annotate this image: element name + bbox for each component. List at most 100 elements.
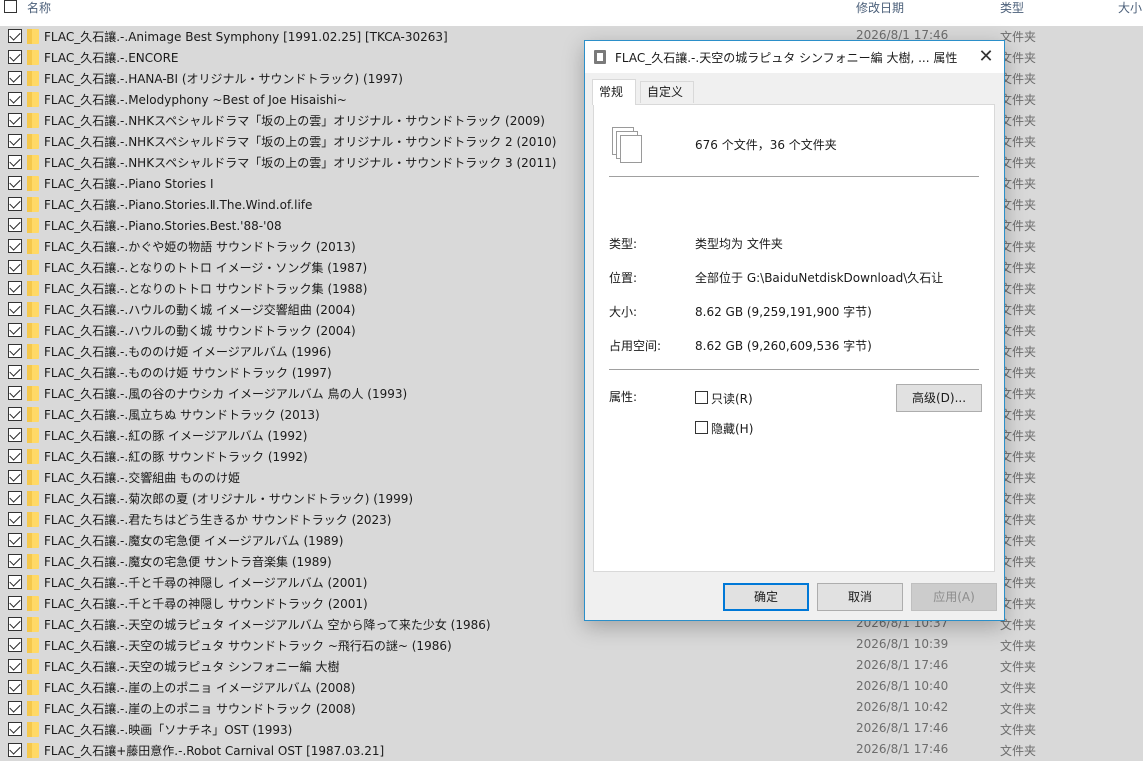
row-checkbox[interactable] [8,239,22,253]
hidden-checkbox[interactable] [695,421,708,434]
file-name[interactable]: FLAC_久石讓.-.ハウルの動く城 サウンドトラック (2004) [44,322,356,339]
divider [609,176,979,177]
file-type: 文件夹 [1000,660,1037,674]
row-checkbox[interactable] [8,512,22,526]
ok-button[interactable]: 确定 [723,583,809,611]
column-date-modified[interactable]: 修改日期 [856,0,904,16]
file-name[interactable]: FLAC_久石讓.-.もののけ姫 サウンドトラック (1997) [44,364,332,381]
column-type[interactable]: 类型 [1000,0,1024,16]
cancel-button[interactable]: 取消 [817,583,903,611]
file-name[interactable]: FLAC_久石讓.-.天空の城ラピュタ イメージアルバム 空から降って来た少女 … [44,616,491,633]
file-name[interactable]: FLAC_久石讓.-.Piano Stories I [44,175,214,192]
file-name[interactable]: FLAC_久石讓.-.NHKスペシャルドラマ「坂の上の雲」オリジナル・サウンドト… [44,154,556,171]
file-name[interactable]: FLAC_久石讓.-.崖の上のポニョ イメージアルバム (2008) [44,679,355,696]
row-checkbox[interactable] [8,617,22,631]
file-name[interactable]: FLAC_久石讓.-.となりのトトロ イメージ・ソング集 (1987) [44,259,367,276]
file-name[interactable]: FLAC_久石讓.-.ENCORE [44,49,179,66]
row-checkbox[interactable] [8,281,22,295]
close-icon[interactable]: ✕ [968,41,1004,73]
column-name[interactable]: 名称 [27,0,51,16]
list-item[interactable]: FLAC_久石讓.-.天空の城ラピュタ シンフォニー編 大樹 2026/8/1 1… [0,656,1143,677]
apply-button[interactable]: 应用(A) [911,583,997,611]
file-name[interactable]: FLAC_久石讓.-.Piano.Stories.Ⅱ.The.Wind.of.l… [44,196,312,213]
row-checkbox[interactable] [8,218,22,232]
file-name[interactable]: FLAC_久石讓.-.NHKスペシャルドラマ「坂の上の雲」オリジナル・サウンドト… [44,133,556,150]
row-checkbox[interactable] [8,197,22,211]
file-type: 文件夹 [1000,744,1037,758]
file-name[interactable]: FLAC_久石讓.-.紅の豚 イメージアルバム (1992) [44,427,307,444]
row-checkbox[interactable] [8,155,22,169]
list-item[interactable]: FLAC_久石讓+藤田意作.-.Robot Carnival OST [1987… [0,740,1143,761]
file-name[interactable]: FLAC_久石讓.-.Melodyphony ~Best of Joe Hisa… [44,91,347,108]
column-size[interactable]: 大小 [1118,0,1142,16]
row-checkbox[interactable] [8,113,22,127]
file-name[interactable]: FLAC_久石讓.-.となりのトトロ サウンドトラック集 (1988) [44,280,367,297]
file-name[interactable]: FLAC_久石讓.-.君たちはどう生きるか サウンドトラック (2023) [44,511,392,528]
row-checkbox[interactable] [8,50,22,64]
row-checkbox[interactable] [8,344,22,358]
file-name[interactable]: FLAC_久石讓.-.天空の城ラピュタ サウンドトラック ~飛行石の謎~ (19… [44,637,452,654]
select-all-checkbox[interactable] [4,0,17,13]
file-name[interactable]: FLAC_久石讓+藤田意作.-.Robot Carnival OST [1987… [44,742,384,759]
file-type: 文件夹 [1000,429,1037,443]
tab-general[interactable]: 常规 [592,79,636,105]
file-name[interactable]: FLAC_久石讓.-.魔女の宅急便 サントラ音楽集 (1989) [44,553,332,570]
row-checkbox[interactable] [8,302,22,316]
file-name[interactable]: FLAC_久石讓.-.Animage Best Symphony [1991.0… [44,28,448,45]
readonly-label[interactable]: 只读(R) [711,390,753,407]
row-checkbox[interactable] [8,533,22,547]
file-name[interactable]: FLAC_久石讓.-.千と千尋の神隠し イメージアルバム (2001) [44,574,367,591]
hidden-label[interactable]: 隐藏(H) [711,420,753,437]
file-name[interactable]: FLAC_久石讓.-.天空の城ラピュタ シンフォニー編 大樹 [44,658,339,675]
row-checkbox[interactable] [8,680,22,694]
file-name[interactable]: FLAC_久石讓.-.NHKスペシャルドラマ「坂の上の雲」オリジナル・サウンドト… [44,112,545,129]
row-checkbox[interactable] [8,659,22,673]
row-checkbox[interactable] [8,365,22,379]
file-name[interactable]: FLAC_久石讓.-.魔女の宅急便 イメージアルバム (1989) [44,532,343,549]
file-name[interactable]: FLAC_久石讓.-.もののけ姫 イメージアルバム (1996) [44,343,331,360]
row-checkbox[interactable] [8,92,22,106]
file-name[interactable]: FLAC_久石讓.-.交響組曲 もののけ姫 [44,469,240,486]
row-checkbox[interactable] [8,71,22,85]
list-item[interactable]: FLAC_久石讓.-.天空の城ラピュタ サウンドトラック ~飛行石の謎~ (19… [0,635,1143,656]
row-checkbox[interactable] [8,470,22,484]
file-name[interactable]: FLAC_久石讓.-.風の谷のナウシカ イメージアルバム 鳥の人 (1993) [44,385,407,402]
list-item[interactable]: FLAC_久石讓.-.崖の上のポニョ サウンドトラック (2008) 2026/8… [0,698,1143,719]
row-checkbox[interactable] [8,722,22,736]
file-type: 文件夹 [1000,93,1037,107]
list-item[interactable]: FLAC_久石讓.-.崖の上のポニョ イメージアルバム (2008) 2026/8… [0,677,1143,698]
folder-icon [27,554,39,569]
advanced-button[interactable]: 高级(D)... [896,384,982,412]
row-checkbox[interactable] [8,554,22,568]
file-name[interactable]: FLAC_久石讓.-.HANA-BI (オリジナル・サウンドトラック) (199… [44,70,403,87]
dialog-titlebar[interactable]: FLAC_久石讓.-.天空の城ラピュタ シンフォニー編 大樹, ... 属性 ✕ [585,41,1004,73]
file-name[interactable]: FLAC_久石讓.-.かぐや姫の物語 サウンドトラック (2013) [44,238,356,255]
file-name[interactable]: FLAC_久石讓.-.風立ちぬ サウンドトラック (2013) [44,406,320,423]
list-item[interactable]: FLAC_久石讓.-.映画「ソナチネ」OST (1993) 2026/8/1 17… [0,719,1143,740]
tab-custom[interactable]: 自定义 [640,81,694,103]
row-checkbox[interactable] [8,575,22,589]
row-checkbox[interactable] [8,407,22,421]
file-name[interactable]: FLAC_久石讓.-.千と千尋の神隠し サウンドトラック (2001) [44,595,368,612]
row-checkbox[interactable] [8,491,22,505]
readonly-checkbox[interactable] [695,391,708,404]
row-checkbox[interactable] [8,386,22,400]
file-name[interactable]: FLAC_久石讓.-.紅の豚 サウンドトラック (1992) [44,448,308,465]
file-name[interactable]: FLAC_久石讓.-.映画「ソナチネ」OST (1993) [44,721,292,738]
row-checkbox[interactable] [8,449,22,463]
file-name[interactable]: FLAC_久石讓.-.ハウルの動く城 イメージ交響組曲 (2004) [44,301,356,318]
dialog-title: FLAC_久石讓.-.天空の城ラピュタ シンフォニー編 大樹, ... 属性 [615,51,958,65]
row-checkbox[interactable] [8,134,22,148]
row-checkbox[interactable] [8,701,22,715]
row-checkbox[interactable] [8,323,22,337]
row-checkbox[interactable] [8,176,22,190]
row-checkbox[interactable] [8,428,22,442]
row-checkbox[interactable] [8,638,22,652]
row-checkbox[interactable] [8,29,22,43]
row-checkbox[interactable] [8,743,22,757]
row-checkbox[interactable] [8,260,22,274]
file-name[interactable]: FLAC_久石讓.-.崖の上のポニョ サウンドトラック (2008) [44,700,356,717]
file-name[interactable]: FLAC_久石讓.-.菊次郎の夏 (オリジナル・サウンドトラック) (1999) [44,490,413,507]
file-name[interactable]: FLAC_久石讓.-.Piano.Stories.Best.'88-'08 [44,217,282,234]
row-checkbox[interactable] [8,596,22,610]
